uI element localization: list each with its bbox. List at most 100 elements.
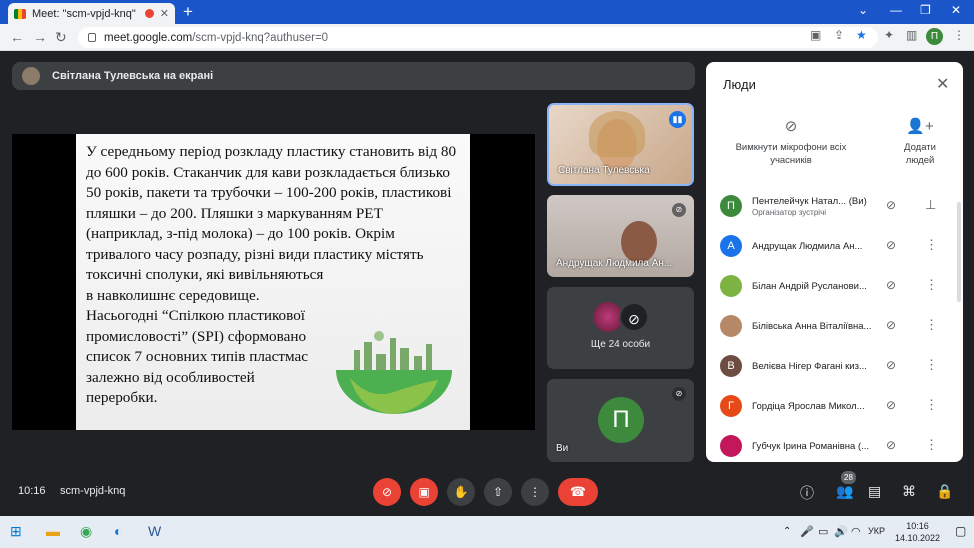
wifi-icon[interactable]: ◠ xyxy=(851,525,861,538)
tray-overflow-icon[interactable]: ⌃ xyxy=(783,526,791,537)
end-call-button[interactable]: ☎ xyxy=(558,478,598,506)
participant-avatar: В xyxy=(720,355,742,377)
participant-row[interactable]: Білівська Анна Віталіївна... ⊘ ⋮ xyxy=(720,306,950,346)
participant-video xyxy=(621,221,657,263)
word-icon[interactable]: W xyxy=(148,523,161,539)
browser-tab[interactable]: Meet: "scm-vpjd-knq" ✕ xyxy=(8,3,175,24)
chrome-icon[interactable]: ◉ xyxy=(80,523,92,540)
meeting-controls: 10:16 scm-vpjd-knq ⊘ ▣ ✋ ⇧ ⋮ ☎ ⓘ 👥 28 ▤ … xyxy=(0,471,974,508)
tab-title: Meet: "scm-vpjd-knq" xyxy=(32,7,136,20)
restore-icon[interactable]: ❐ xyxy=(920,3,931,17)
raise-hand-button[interactable]: ✋ xyxy=(447,478,475,506)
chat-icon[interactable]: ▤ xyxy=(868,483,881,500)
more-options-icon[interactable]: ⋮ xyxy=(925,357,938,373)
participant-name: Світлана Тулевська xyxy=(558,165,650,176)
address-bar[interactable]: meet.google.com/scm-vpjd-knq?authuser=0 xyxy=(78,27,878,48)
participant-name: Андрущак Людмила Ан... xyxy=(752,240,863,252)
bookmark-star-icon[interactable]: ★ xyxy=(856,28,867,42)
meeting-details-icon[interactable]: ⓘ xyxy=(800,483,814,503)
file-explorer-icon[interactable]: ▬ xyxy=(46,523,60,539)
speaking-indicator-icon: ▮▮ xyxy=(669,111,686,128)
forward-arrow-icon[interactable]: → xyxy=(33,29,47,45)
back-arrow-icon[interactable]: ← xyxy=(10,29,24,45)
browser-toolbar: ← → ↻ meet.google.com/scm-vpjd-knq?authu… xyxy=(0,24,974,51)
volume-icon[interactable]: 🔊 xyxy=(834,525,848,538)
add-people-button[interactable]: 👤+ Додати людей xyxy=(892,118,948,167)
mic-off-icon[interactable]: ⊘ xyxy=(886,238,896,252)
presenter-avatar xyxy=(22,67,40,85)
muted-mic-icon: ⊘ xyxy=(672,203,686,217)
url-host: meet.google.com xyxy=(104,31,193,44)
tray-time: 10:16 xyxy=(906,521,929,531)
camera-indicator-icon[interactable]: ▣ xyxy=(810,28,821,42)
people-icon[interactable]: 👥 xyxy=(836,483,853,500)
camera-toggle-button[interactable]: ▣ xyxy=(410,478,438,506)
mute-all-button[interactable]: ⊘ Вимкнути мікрофони всіх учасників xyxy=(726,118,856,167)
network-icon[interactable]: ▭ xyxy=(818,525,828,538)
close-icon[interactable]: ✕ xyxy=(936,74,949,94)
activities-icon[interactable]: ⌘ xyxy=(902,483,916,500)
participant-tile[interactable]: ⊘ Андрущак Людмила Ан... xyxy=(547,195,694,277)
tray-clock[interactable]: 10:16 14.10.2022 xyxy=(895,520,940,544)
windows-start-icon[interactable]: ⊞ xyxy=(10,523,22,540)
participant-avatar: П xyxy=(720,195,742,217)
more-options-icon[interactable]: ⋮ xyxy=(925,277,938,293)
mic-off-icon: ⊘ xyxy=(784,118,798,135)
mic-toggle-button[interactable]: ⊘ xyxy=(373,478,401,506)
participant-row[interactable]: Г Гордіца Ярослав Микол... ⊘ ⋮ xyxy=(720,386,950,426)
tab-close-icon[interactable]: ✕ xyxy=(160,7,169,20)
participant-row[interactable]: А Андрущак Людмила Ан... ⊘ ⋮ xyxy=(720,226,950,266)
reload-icon[interactable]: ↻ xyxy=(55,29,67,46)
mute-all-label: Вимкнути мікрофони всіх учасників xyxy=(735,142,847,166)
participant-name: Ви xyxy=(556,443,569,454)
participant-row[interactable]: Білан Андрій Русланови... ⊘ ⋮ xyxy=(720,266,950,306)
edge-icon[interactable]: ◐ xyxy=(114,523,122,539)
url-path: /scm-vpjd-knq?authuser=0 xyxy=(192,31,329,44)
participant-row[interactable]: В Велієва Нігер Фагані киз... ⊘ ⋮ xyxy=(720,346,950,386)
people-scrollbar[interactable] xyxy=(957,202,961,302)
more-options-icon[interactable]: ⋮ xyxy=(925,437,938,453)
window-close-icon[interactable]: ✕ xyxy=(951,3,961,17)
participant-row[interactable]: Губчук Ірина Романівна (... ⊘ ⋮ xyxy=(720,426,950,462)
meeting-clock: 10:16 xyxy=(18,485,46,497)
pin-icon[interactable]: ⊥ xyxy=(925,197,936,213)
host-controls-icon[interactable]: 🔒 xyxy=(936,483,953,500)
lock-icon xyxy=(88,33,96,42)
participant-name: Білівська Анна Віталіївна... xyxy=(752,320,872,332)
participant-name: Гордіца Ярослав Микол... xyxy=(752,400,865,412)
browser-menu-icon[interactable]: ⋮ xyxy=(953,28,965,42)
minimize-icon[interactable]: — xyxy=(890,3,902,17)
more-options-button[interactable]: ⋮ xyxy=(521,478,549,506)
add-person-icon: 👤+ xyxy=(906,118,934,135)
you-label: (Ви) xyxy=(848,195,867,207)
participant-row[interactable]: П Пентелейчук Натал... (Ви) Організатор … xyxy=(720,186,950,226)
more-options-icon[interactable]: ⋮ xyxy=(925,397,938,413)
present-screen-button[interactable]: ⇧ xyxy=(484,478,512,506)
self-tile[interactable]: ⊘ П Ви xyxy=(547,379,694,462)
recording-indicator-icon xyxy=(144,9,154,18)
more-participants-tile[interactable]: ⊘ Ще 24 особи xyxy=(547,287,694,369)
mic-off-icon[interactable]: ⊘ xyxy=(886,318,896,332)
mic-off-icon[interactable]: ⊘ xyxy=(886,398,896,412)
meet-favicon-icon xyxy=(14,8,26,19)
notifications-icon[interactable]: ▢ xyxy=(955,524,966,538)
mic-tray-icon[interactable]: 🎤 xyxy=(800,525,814,538)
participant-tile-presenter[interactable]: ▮▮ Світлана Тулевська xyxy=(547,103,694,186)
share-icon[interactable]: ⇪ xyxy=(834,28,844,42)
side-panel-icon[interactable]: ▥ xyxy=(906,28,917,42)
tab-search-icon[interactable]: ⌄ xyxy=(858,3,868,17)
participant-name: Пентелейчук Натал... xyxy=(752,195,847,207)
mic-off-icon[interactable]: ⊘ xyxy=(886,438,896,452)
mic-off-icon[interactable]: ⊘ xyxy=(886,358,896,372)
more-options-icon[interactable]: ⋮ xyxy=(925,237,938,253)
tray-date: 14.10.2022 xyxy=(895,533,941,543)
more-options-icon[interactable]: ⋮ xyxy=(925,317,938,333)
profile-avatar[interactable]: П xyxy=(926,28,943,45)
new-tab-button[interactable]: + xyxy=(183,2,193,22)
mic-off-icon[interactable]: ⊘ xyxy=(886,278,896,292)
presenter-banner-text: Світлана Тулевська на екрані xyxy=(52,70,214,82)
keyboard-language[interactable]: УКР xyxy=(868,526,885,536)
browser-tab-strip: Meet: "scm-vpjd-knq" ✕ + ⌄ — ❐ ✕ xyxy=(0,0,974,24)
participant-avatar: А xyxy=(720,235,742,257)
extensions-icon[interactable]: ✦ xyxy=(884,28,894,42)
